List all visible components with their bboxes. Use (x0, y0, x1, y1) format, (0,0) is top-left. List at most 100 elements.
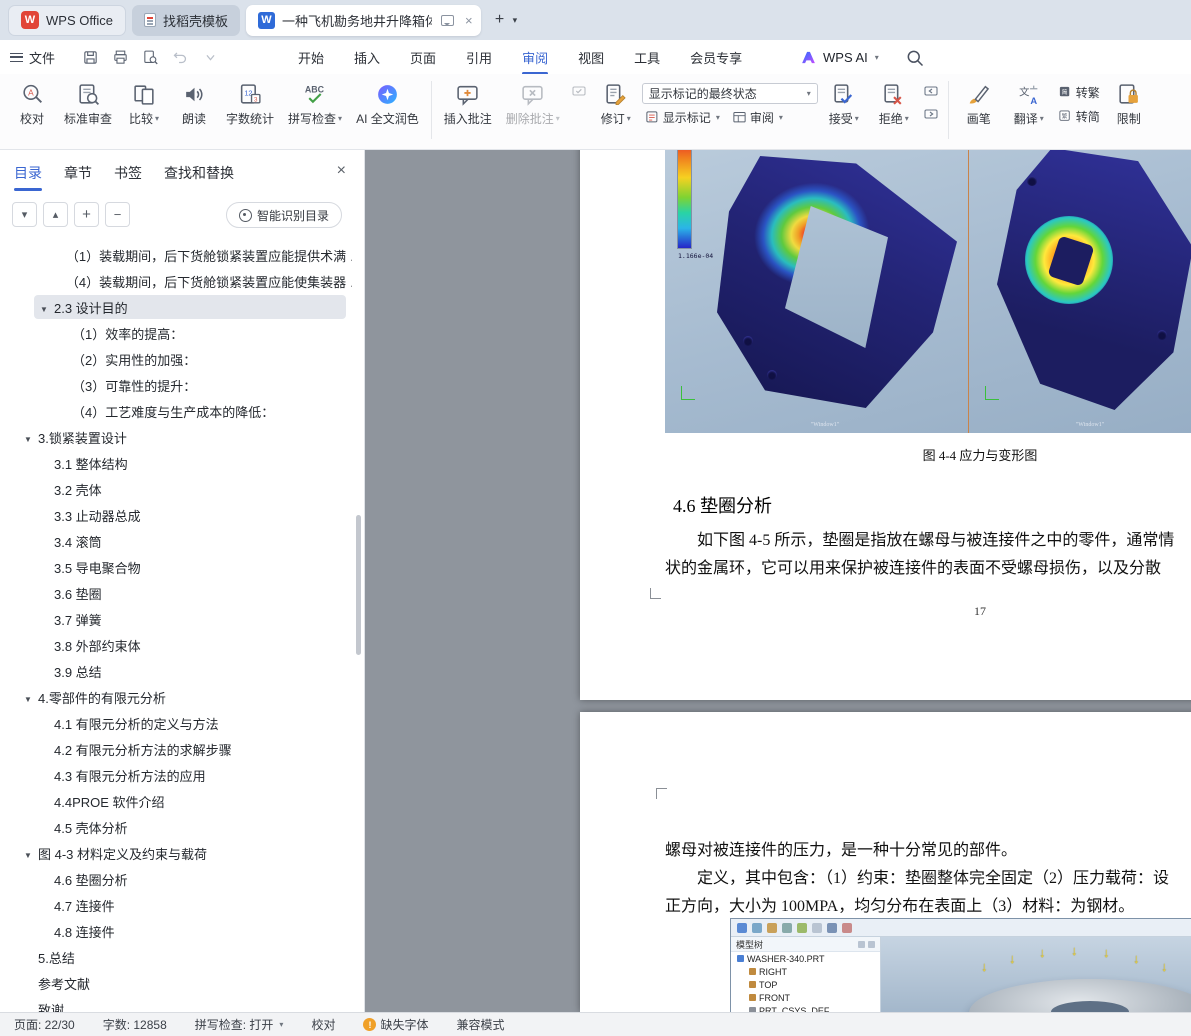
word-count-indicator[interactable]: 字数: 12858 (103, 1016, 167, 1033)
toc-item[interactable]: 3.6 垫圈 (0, 580, 352, 606)
new-tab-button[interactable] (489, 9, 511, 31)
sidebar-tab-contents[interactable]: 目录 (14, 163, 42, 191)
file-menu-button[interactable]: 文件 (10, 40, 55, 74)
smart-toc-button[interactable]: 智能识别目录 (225, 202, 342, 228)
insert-comment-button[interactable]: 插入批注 (438, 79, 498, 130)
wps-office-tab[interactable]: WPS Office (8, 4, 126, 36)
close-tab-icon[interactable] (465, 13, 473, 28)
proofread-status[interactable]: 校对 (311, 1016, 335, 1033)
toc-item[interactable]: （2）实用性的加强： (0, 346, 352, 372)
expand-all-button[interactable] (74, 202, 99, 227)
toc-item[interactable]: 2.3 设计目的 (0, 294, 352, 320)
sidebar-tab-chapters[interactable]: 章节 (64, 163, 92, 183)
figure-stress-deformation-image[interactable]: 1.166e-04 "Window1" "Window1" (665, 150, 1191, 433)
toc-item[interactable]: （1）效率的提高： (0, 320, 352, 346)
print-button[interactable] (110, 47, 130, 67)
spell-check-toggle[interactable]: 拼写检查: 打开 (195, 1016, 284, 1033)
toc-item[interactable]: 3.7 弹簧 (0, 606, 352, 632)
expand-triangle-icon[interactable] (40, 300, 54, 315)
ink-brush-button[interactable]: 画笔 (955, 79, 1003, 130)
track-changes-button[interactable]: 修订 (592, 79, 640, 130)
toc-item[interactable]: 4.5 壳体分析 (0, 814, 352, 840)
toc-item[interactable]: （4）工艺难度与生产成本的降低： (0, 398, 352, 424)
tab-reference[interactable]: 引用 (466, 48, 492, 67)
expand-triangle-icon[interactable] (24, 690, 38, 705)
review-pane-button[interactable]: 审阅 (729, 108, 786, 127)
toc-item-label: 5.总结 (38, 950, 75, 966)
expand-triangle-icon[interactable] (24, 430, 38, 445)
toc-item[interactable]: 4.零部件的有限元分析 (0, 684, 352, 710)
tab-insert[interactable]: 插入 (354, 48, 380, 67)
toc-item[interactable]: 5.总结 (0, 944, 352, 970)
tab-review[interactable]: 审阅 (522, 48, 549, 75)
ai-polish-button[interactable]: AI 全文润色 (350, 79, 425, 130)
read-aloud-button[interactable]: 朗读 (170, 79, 218, 130)
hamburger-icon (10, 52, 23, 62)
document-page-17[interactable]: 1.166e-04 "Window1" "Window1" 图 4-4 应力与变… (580, 150, 1191, 700)
collapse-prev-button[interactable] (43, 202, 68, 227)
toc-item[interactable]: （1）装载期间，后下货舱锁紧装置应能提供术满 … (0, 242, 352, 268)
toc-item[interactable]: 4.8 连接件 (0, 918, 352, 944)
compare-button[interactable]: 比较 (120, 79, 168, 130)
toc-item[interactable]: 4.2 有限元分析方法的求解步骤 (0, 736, 352, 762)
template-store-tab[interactable]: 找稻壳模板 (131, 4, 240, 36)
toc-item[interactable]: 3.2 壳体 (0, 476, 352, 502)
toc-item[interactable]: 3.5 导电聚合物 (0, 554, 352, 580)
print-preview-button[interactable] (140, 47, 160, 67)
toc-item[interactable]: 3.9 总结 (0, 658, 352, 684)
show-markup-button[interactable]: 显示标记 (642, 108, 723, 127)
document-tab[interactable]: 一种飞机勘务地井升降箱体限 (245, 4, 481, 36)
toc-item[interactable]: 3.1 整体结构 (0, 450, 352, 476)
toc-item[interactable]: 4.1 有限元分析的定义与方法 (0, 710, 352, 736)
tab-start[interactable]: 开始 (298, 48, 324, 67)
toc-item[interactable]: （4）装载期间，后下货舱锁紧装置应能使集装器 … (0, 268, 352, 294)
previous-revision-button[interactable] (920, 82, 942, 102)
tab-list-chevron-icon[interactable] (513, 15, 518, 26)
search-button[interactable] (905, 48, 925, 68)
spell-check-button[interactable]: ABC 拼写检查 (282, 79, 348, 130)
reject-revision-button[interactable]: 拒绝 (870, 79, 918, 130)
tab-tools[interactable]: 工具 (634, 48, 660, 67)
tab-page[interactable]: 页面 (410, 48, 436, 67)
markup-state-select[interactable]: 显示标记的最终状态 (641, 83, 818, 104)
tab-member[interactable]: 会员专享 (690, 48, 742, 67)
collapse-all-button[interactable] (105, 202, 130, 227)
tree-item-icon (749, 981, 756, 988)
toc-item[interactable]: 4.3 有限元分析方法的应用 (0, 762, 352, 788)
expand-triangle-icon[interactable] (24, 846, 38, 861)
missing-font-warning[interactable]: 缺失字体 (363, 1016, 428, 1033)
to-traditional-button[interactable]: 简 转繁 (1055, 83, 1103, 102)
close-sidebar-icon[interactable] (337, 162, 346, 180)
compat-mode-indicator[interactable]: 兼容模式 (456, 1016, 504, 1033)
toc-item[interactable]: 参考文献 (0, 970, 352, 996)
toc-item[interactable]: 3.3 止动器总成 (0, 502, 352, 528)
sidebar-scrollbar-thumb[interactable] (356, 515, 361, 655)
figure-cad-screenshot-image[interactable]: 模型树 WASHER-340.PRT RIGHT TOP FRONT PRT_C… (730, 918, 1191, 1012)
sidebar-tab-bookmarks[interactable]: 书签 (114, 163, 142, 183)
document-page-18[interactable]: 螺母对被连接件的压力，是一种十分常见的部件。 定义，其中包含：（1）约束：垫圈整… (580, 712, 1191, 1012)
document-canvas[interactable]: 1.166e-04 "Window1" "Window1" 图 4-4 应力与变… (365, 150, 1191, 1012)
translate-button[interactable]: 文A 翻译 (1005, 79, 1053, 130)
page-indicator[interactable]: 页面: 22/30 (14, 1016, 75, 1033)
wps-ai-button[interactable]: WPS AI (800, 40, 879, 74)
tab-view[interactable]: 视图 (578, 48, 604, 67)
word-count-button[interactable]: 12 3 字数统计 (220, 79, 280, 130)
toc-item[interactable]: 3.4 滚筒 (0, 528, 352, 554)
toc-item[interactable]: 致谢 (0, 996, 352, 1013)
toc-item[interactable]: （3）可靠性的提升： (0, 372, 352, 398)
accept-revision-button[interactable]: 接受 (820, 79, 868, 130)
restrict-editing-button[interactable]: 限制 (1105, 79, 1153, 130)
toc-item[interactable]: 4.7 连接件 (0, 892, 352, 918)
toc-item[interactable]: 4.4PROE 软件介绍 (0, 788, 352, 814)
toc-item[interactable]: 4.6 垫圈分析 (0, 866, 352, 892)
standard-review-button[interactable]: 标准审查 (58, 79, 118, 130)
sidebar-tab-find-replace[interactable]: 查找和替换 (164, 163, 234, 183)
toc-item[interactable]: 3.锁紧装置设计 (0, 424, 352, 450)
save-button[interactable] (80, 47, 100, 67)
toc-item[interactable]: 3.8 外部约束体 (0, 632, 352, 658)
next-revision-button[interactable] (920, 105, 942, 125)
to-simplified-button[interactable]: 繁 转简 (1055, 107, 1103, 126)
expand-next-button[interactable] (12, 202, 37, 227)
proofread-button[interactable]: A 校对 (8, 79, 56, 130)
toc-item[interactable]: 图 4-3 材料定义及约束与载荷 (0, 840, 352, 866)
